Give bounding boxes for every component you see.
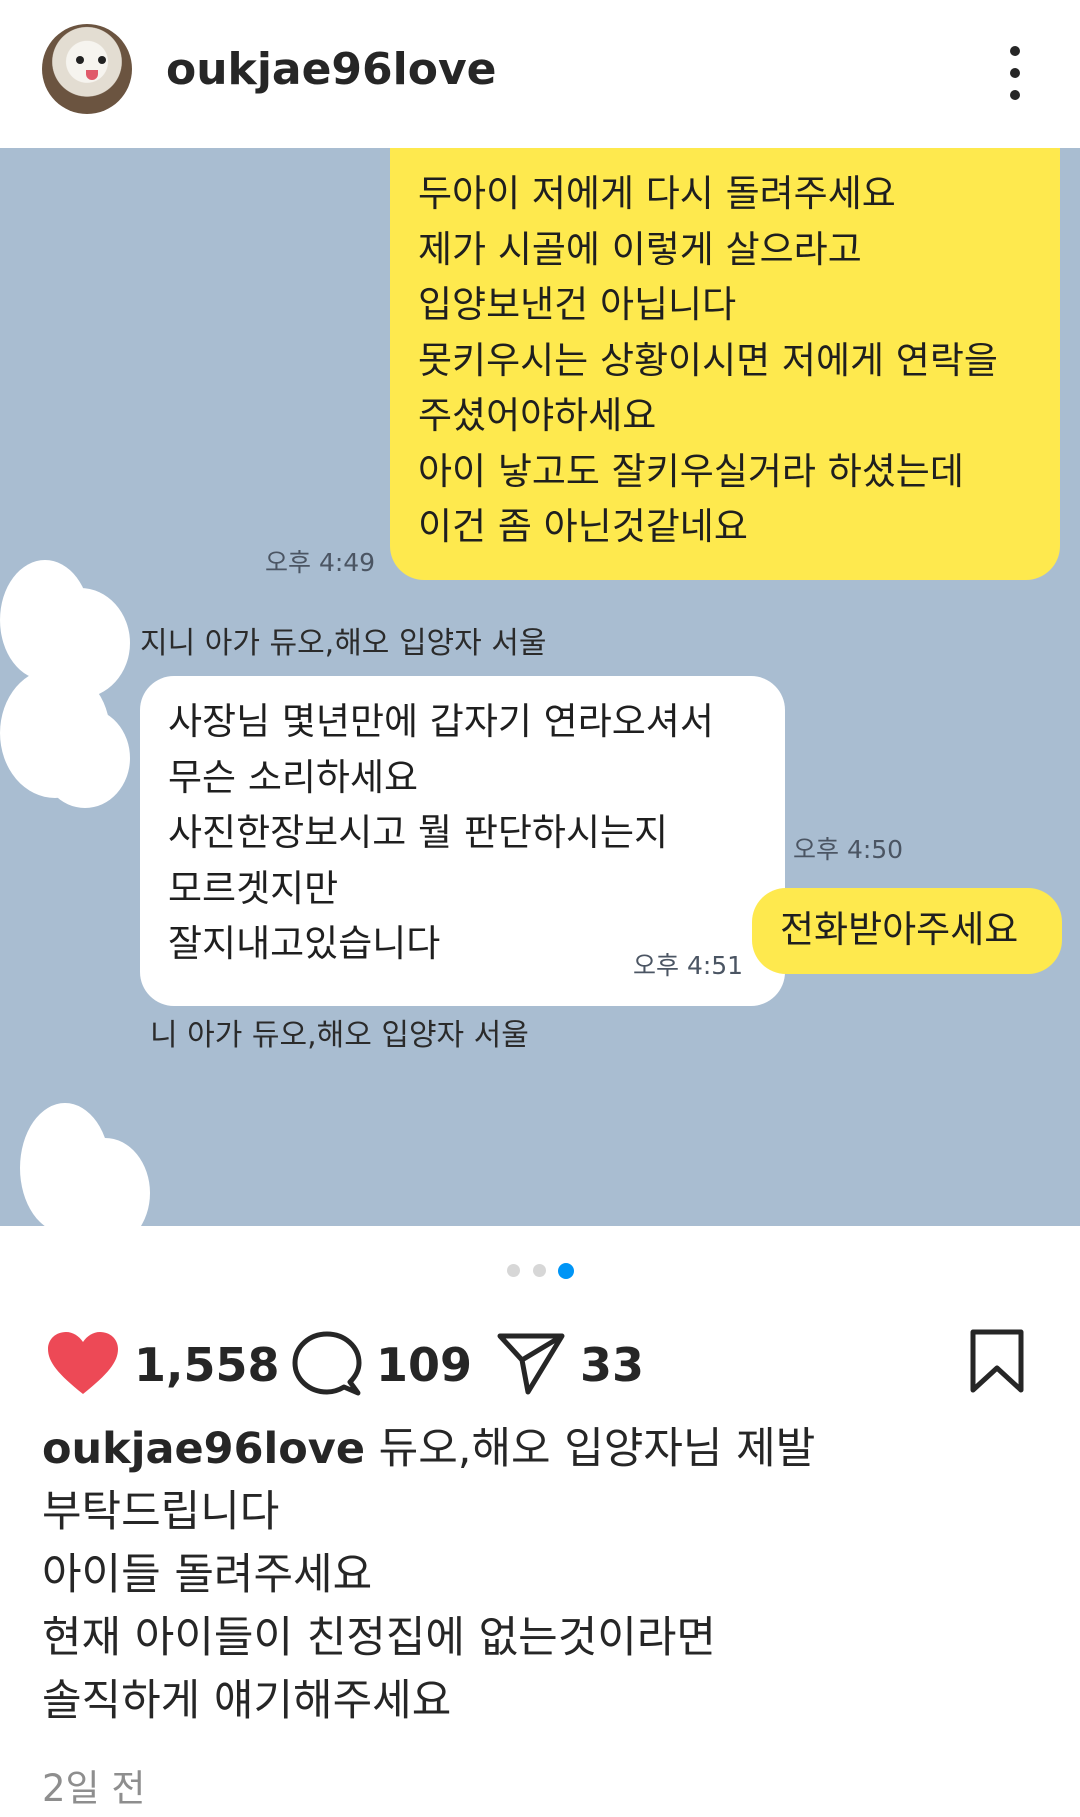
- chat-line: 두아이 저에게 다시 돌려주세요: [418, 172, 896, 215]
- caption-text: 듀오,해오 입양자님 제발: [378, 1424, 816, 1474]
- avatar-eye: [98, 56, 106, 64]
- like-count[interactable]: 1,558: [134, 1338, 280, 1392]
- avatar-eye: [76, 56, 84, 64]
- more-vertical-icon[interactable]: [1000, 44, 1030, 104]
- caption-text: 솔직하게 얘기해주세요: [42, 1676, 452, 1726]
- chat-line: 이건 좀 아닌것같네요: [418, 505, 748, 548]
- chat-line: 무슨 소리하세요: [168, 755, 419, 799]
- chat-line: 전화받아주세요: [780, 908, 1019, 951]
- chat-line: 사진한장보시고 뭘 판단하시는지: [168, 811, 669, 854]
- share-count[interactable]: 33: [580, 1338, 644, 1392]
- post-username[interactable]: oukjae96love: [166, 44, 497, 96]
- blurred-avatar: [40, 708, 130, 808]
- chat-line: 못키우시는 상황이시면 저에게 연락을: [418, 338, 998, 382]
- chat-line: 아이 낳고도 잘키우실거라 하셨는데: [418, 449, 964, 493]
- caption-first-line: oukjae96love 듀오,해오 입양자님 제발: [42, 1418, 1042, 1481]
- chat-bubble-sent: 전화받아주세요: [752, 888, 1062, 974]
- comment-count[interactable]: 109: [376, 1338, 472, 1392]
- message-time: 오후 4:51: [633, 951, 744, 980]
- chat-line: 제가 시골에 이렇게 살으라고: [418, 227, 862, 271]
- chat-line: 입양보낸건 아닙니다: [418, 283, 737, 326]
- chat-sender-name: 지니 아가 듀오,해오 입양자 서울: [140, 626, 547, 661]
- chat-line: 주셨어야하세요: [418, 394, 657, 437]
- post-header: oukjae96love: [0, 0, 1080, 148]
- chat-line: 사장님 몇년만에 갑자기 연라오셔서: [168, 700, 714, 743]
- share-icon[interactable]: [496, 1330, 566, 1396]
- post-caption: oukjae96love 듀오,해오 입양자님 제발 부탁드립니다 아이들 돌려…: [42, 1418, 1042, 1733]
- chat-line: 모르겟지만: [168, 866, 339, 910]
- action-bar: 1,558 109 33: [0, 1320, 1080, 1410]
- carousel-dot[interactable]: [507, 1264, 520, 1277]
- bookmark-icon[interactable]: [968, 1328, 1026, 1394]
- carousel-dot[interactable]: [533, 1264, 546, 1277]
- chat-sender-name: 니 아가 듀오,해오 입양자 서울: [150, 1018, 529, 1053]
- comment-icon[interactable]: [292, 1330, 362, 1400]
- carousel-indicator: [0, 1263, 1080, 1280]
- post-timestamp: 2일 전: [42, 1767, 146, 1810]
- chat-bubble-sent: 두아이 저에게 다시 돌려주세요 제가 시골에 이렇게 살으라고 입양보낸건 아…: [390, 148, 1060, 580]
- profile-avatar[interactable]: [42, 24, 132, 114]
- carousel-dot-active[interactable]: [558, 1263, 574, 1279]
- caption-text: 아이들 돌려주세요: [42, 1550, 373, 1600]
- caption-text: 부탁드립니다: [42, 1487, 280, 1537]
- post-image[interactable]: 두아이 저에게 다시 돌려주세요 제가 시골에 이렇게 살으라고 입양보낸건 아…: [0, 148, 1080, 1226]
- message-time: 오후 4:49: [265, 548, 376, 577]
- caption-username[interactable]: oukjae96love: [42, 1424, 365, 1474]
- caption-text: 현재 아이들이 친정집에 없는것이라면: [42, 1613, 716, 1663]
- message-time: 오후 4:50: [793, 835, 904, 864]
- avatar-tongue: [86, 70, 98, 80]
- heart-icon[interactable]: [46, 1330, 120, 1396]
